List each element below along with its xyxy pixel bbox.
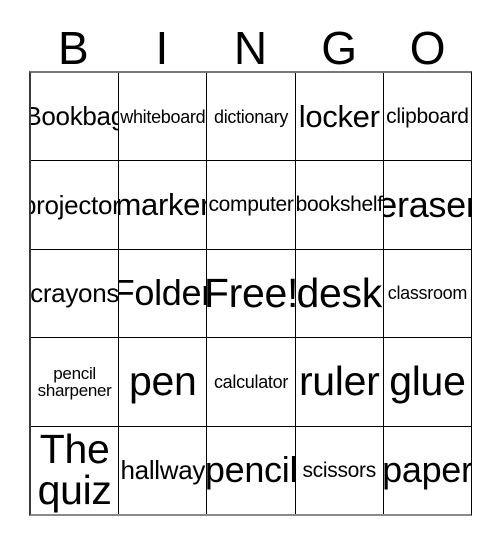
bingo-cell-label: ruler [298,358,380,405]
bingo-header-letter-i: I [118,14,207,71]
header-letter: O [409,22,446,74]
bingo-cell[interactable]: pencil sharpener [31,338,120,426]
bingo-cell[interactable]: pen [119,338,208,426]
bingo-cell[interactable]: Bookbag [31,73,120,161]
bingo-cell-label: projector [31,189,120,220]
bingo-cell-label: glue [389,358,466,405]
bingo-cell[interactable]: crayons [31,249,120,338]
bingo-cell[interactable]: bookshelf [295,161,384,249]
bingo-cell[interactable]: scissors [296,426,384,515]
bingo-cell-label: whiteboard [120,106,206,127]
bingo-cell-label: The quiz [37,426,112,514]
bingo-cell-label: pencil [207,448,296,490]
bingo-cell[interactable]: hallway [119,426,208,515]
bingo-cell[interactable]: locker [296,73,384,161]
bingo-cell-label: hallway [120,455,206,486]
bingo-cell[interactable]: Folder [119,249,208,338]
bingo-cell[interactable]: dictionary [207,73,296,161]
header-letter: B [57,22,89,74]
bingo-cell-label: eraser [383,183,471,225]
bingo-cell-label: Folder [119,272,206,314]
bingo-cell-label: pencil sharpener [37,363,112,400]
bingo-cell-free[interactable]: Free! [207,249,296,338]
header-letter: N [233,22,268,74]
bingo-cell-label: bookshelf [295,193,383,217]
bingo-card: B I N G O Bookbag whiteboard dictionary … [0,0,500,544]
bingo-row: crayons Folder Free! desk classroom [31,249,471,339]
bingo-header-letter-g: G [295,14,384,71]
bingo-cell[interactable]: glue [384,338,471,425]
bingo-cell[interactable]: ruler [296,338,384,426]
bingo-cell[interactable]: computer [207,161,296,249]
bingo-cell-label: desk [296,269,383,316]
bingo-cell-label: pen [129,358,197,405]
bingo-cell[interactable]: projector [31,161,120,249]
bingo-row: Bookbag whiteboard dictionary locker cli… [31,73,471,162]
bingo-cell-label: crayons [31,278,120,309]
bingo-cell[interactable]: paper [384,427,471,514]
header-letter: G [321,22,357,74]
bingo-grid: Bookbag whiteboard dictionary locker cli… [29,71,472,516]
bingo-header-letter-n: N [206,14,295,71]
bingo-cell[interactable]: pencil [207,426,296,515]
bingo-cell-label: dictionary [213,106,289,127]
bingo-cell[interactable]: clipboard [384,73,471,160]
bingo-cell[interactable]: classroom [384,250,471,337]
header-letter: I [155,22,169,74]
bingo-row: The quiz hallway pencil scissors paper [31,426,471,515]
bingo-cell-label: scissors [302,458,376,482]
bingo-header: B I N G O [29,14,472,71]
bingo-cell-label: computer [208,193,294,217]
bingo-row: projector marker computer bookshelf eras… [31,161,471,250]
bingo-cell[interactable]: whiteboard [119,73,208,161]
bingo-cell-label: classroom [387,283,468,304]
bingo-cell-label: clipboard [386,105,469,128]
bingo-cell-label: calculator [213,371,289,392]
bingo-cell-label: locker [298,98,380,134]
bingo-row: pencil sharpener pen calculator ruler gl… [31,338,471,427]
bingo-cell[interactable]: eraser [384,161,471,248]
bingo-header-letter-b: B [29,14,118,71]
bingo-cell-label: Bookbag [31,101,118,132]
bingo-cell-label: paper [383,448,472,490]
bingo-header-letter-o: O [383,14,472,71]
bingo-cell[interactable]: calculator [207,338,296,426]
bingo-cell[interactable]: marker [119,161,208,249]
bingo-cell-label: marker [119,187,208,223]
bingo-cell[interactable]: desk [296,249,384,338]
bingo-cell[interactable]: The quiz [31,426,120,515]
bingo-cell-label: Free! [207,269,296,316]
